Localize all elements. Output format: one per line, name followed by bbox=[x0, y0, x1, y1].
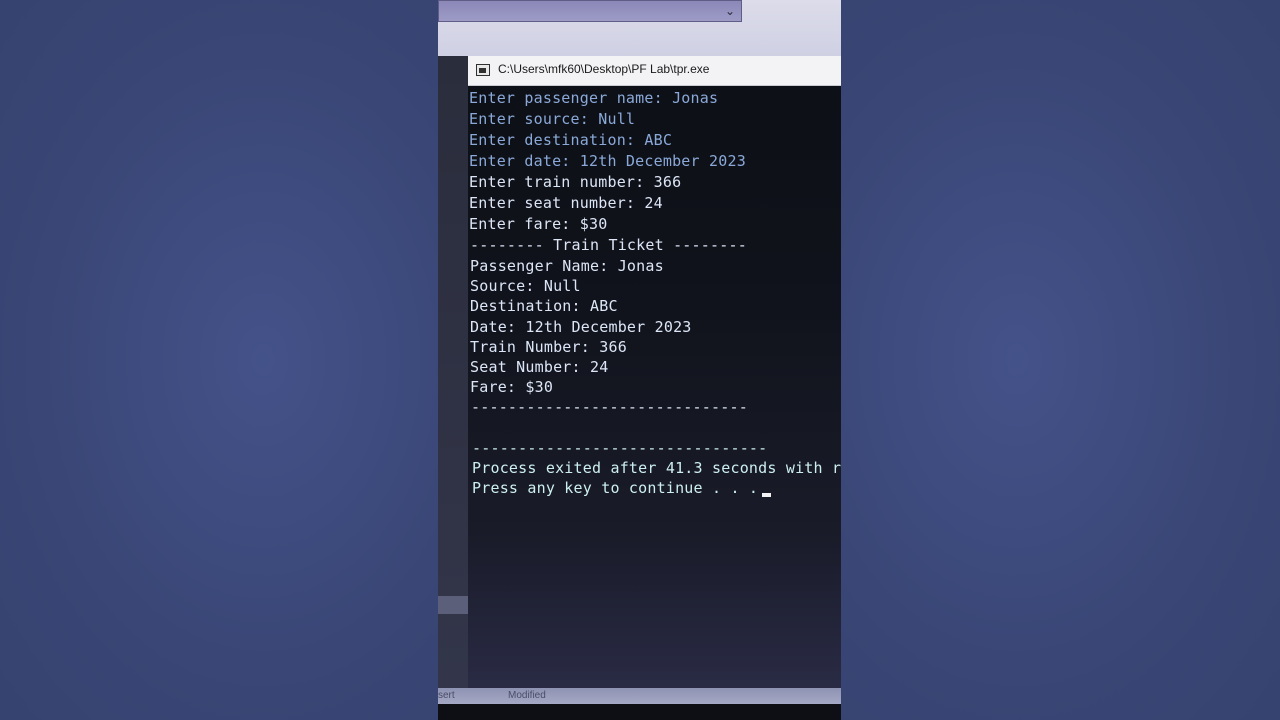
ide-status-bar: sert Modified bbox=[438, 688, 841, 704]
ticket-line: Seat Number: 24 bbox=[470, 358, 609, 376]
text-cursor bbox=[762, 493, 771, 497]
console-line-input: Enter seat number: 24 bbox=[469, 194, 663, 212]
screen-photo: ⌄ C:\Users\mfk60\Desktop\PF Lab\tpr.exe … bbox=[438, 0, 841, 720]
ticket-line: Train Number: 366 bbox=[470, 338, 627, 356]
console-line-input: Enter destination: ABC bbox=[469, 131, 673, 149]
console-line-input: Enter date: 12th December 2023 bbox=[469, 152, 746, 170]
process-exit-message: Process exited after 41.3 seconds with r… bbox=[472, 459, 841, 477]
bottom-edge bbox=[438, 704, 841, 720]
console-line-input: Enter train number: 366 bbox=[469, 173, 682, 191]
status-modified: Modified bbox=[508, 690, 546, 701]
ticket-line: Passenger Name: Jonas bbox=[470, 257, 664, 275]
console-app-icon bbox=[476, 64, 490, 76]
ticket-footer: ------------------------------ bbox=[471, 398, 748, 416]
ticket-line: Destination: ABC bbox=[470, 297, 618, 315]
status-insert-mode: sert bbox=[438, 690, 455, 701]
console-separator: -------------------------------- bbox=[472, 439, 768, 457]
ticket-line: Date: 12th December 2023 bbox=[470, 318, 692, 336]
press-key-prompt: Press any key to continue . . . bbox=[472, 479, 759, 497]
ide-toolbar-area: ⌄ bbox=[438, 0, 841, 56]
ticket-line: Fare: $30 bbox=[470, 378, 554, 396]
window-title: C:\Users\mfk60\Desktop\PF Lab\tpr.exe bbox=[498, 62, 710, 76]
background-left-blur bbox=[0, 0, 438, 720]
ticket-line: Source: Null bbox=[470, 277, 581, 295]
console-titlebar[interactable]: C:\Users\mfk60\Desktop\PF Lab\tpr.exe bbox=[468, 56, 841, 86]
chevron-down-icon[interactable]: ⌄ bbox=[723, 3, 737, 19]
console-line-input: Enter source: Null bbox=[469, 110, 636, 128]
console-line-input: Enter fare: $30 bbox=[469, 215, 608, 233]
ticket-header: -------- Train Ticket -------- bbox=[470, 236, 747, 254]
background-right-blur bbox=[841, 0, 1280, 720]
console-line-input: Enter passenger name: Jonas bbox=[469, 89, 719, 107]
ide-dropdown[interactable]: ⌄ bbox=[438, 0, 742, 22]
